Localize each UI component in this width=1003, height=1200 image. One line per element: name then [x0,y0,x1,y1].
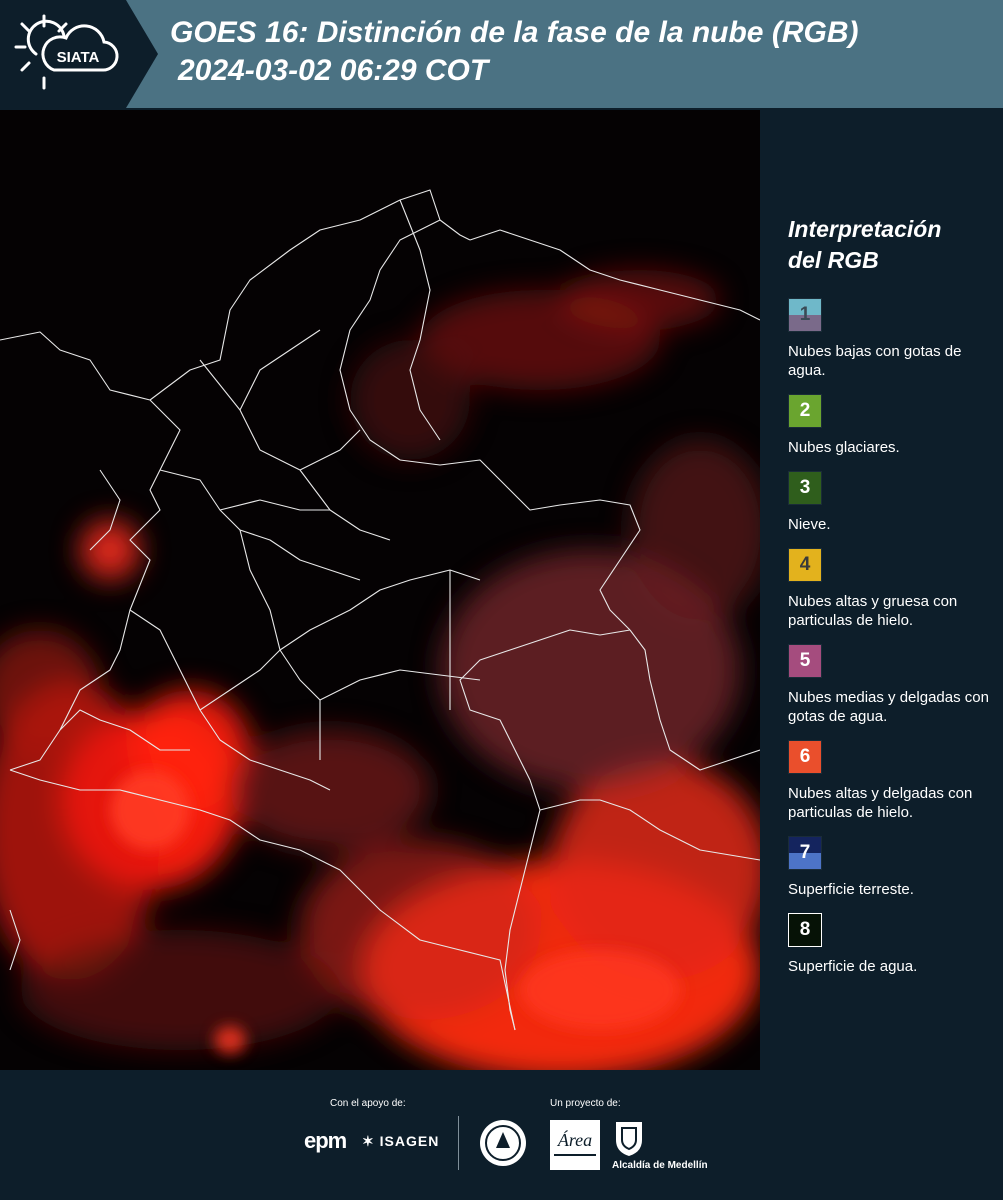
legend-label: Superficie terreste. [788,881,914,898]
legend-title-line-2: del RGB [788,247,879,273]
legend-label: Nubes altas y gruesa con particulas de h… [788,593,958,629]
legend-swatch: 2 [788,394,822,428]
legend-swatch: 6 [788,740,822,774]
legend-label: Nubes altas y delgadas con particulas de… [788,785,973,821]
legend-item: 3 Nieve. [788,471,993,534]
sun-cloud-icon: SIATA [14,14,119,90]
header-bar: SIATA GOES 16: Distinción de la fase de … [0,0,1003,108]
legend-label: Superficie de agua. [788,958,918,975]
siata-logo: SIATA [0,0,158,108]
page-title: GOES 16: Distinción de la fase de la nub… [170,14,858,90]
legend-swatch: 8 [788,913,822,947]
legend-swatch: 7 [788,836,822,870]
project-label: Un proyecto de: [550,1098,621,1109]
support-label: Con el apoyo de: [330,1098,406,1109]
title-line-2: 2024-03-02 06:29 COT [178,54,489,87]
legend-item: 1 Nubes bajas con gotas de agua. [788,298,993,380]
legend-item: 8 Superficie de agua. [788,913,993,976]
legend-panel: Interpretación del RGB 1 Nubes bajas con … [788,214,993,990]
university-seal-icon [480,1120,526,1166]
legend-item: 4 Nubes altas y gruesa con particulas de … [788,548,993,630]
legend-label: Nubes medias y delgadas con gotas de agu… [788,689,989,725]
legend-label: Nieve. [788,516,831,533]
legend-swatch: 5 [788,644,822,678]
satellite-map [0,110,760,1070]
footer: Con el apoyo de: Un proyecto de: epm ✶ I… [0,1070,1003,1200]
legend-label: Nubes bajas con gotas de agua. [788,343,962,379]
legend-item: 7 Superficie terreste. [788,836,993,899]
svg-text:Área: Área [557,1129,592,1150]
legend-swatch: 4 [788,548,822,582]
footer-divider [458,1116,459,1170]
epm-logo: epm [304,1128,347,1153]
legend-item: 2 Nubes glaciares. [788,394,993,457]
legend-swatch: 3 [788,471,822,505]
legend-title-line-1: Interpretación [788,216,942,242]
alcaldia-label: Alcaldía de Medellín [612,1160,708,1171]
alcaldia-shield-icon [616,1122,642,1156]
isagen-label: ISAGEN [379,1133,440,1149]
legend-title: Interpretación del RGB [788,214,993,276]
legend-item: 6 Nubes altas y delgadas con particulas d… [788,740,993,822]
legend-items: 1 Nubes bajas con gotas de agua. 2 Nubes gl… [788,298,993,976]
title-line-1: GOES 16: Distinción de la fase de la nub… [170,16,859,49]
area-metropolitana-logo: Área [550,1120,600,1170]
svg-text:SIATA: SIATA [57,49,100,66]
legend-label: Nubes glaciares. [788,439,900,456]
legend-swatch: 1 [788,298,822,332]
isagen-logo: ✶ ISAGEN [362,1133,439,1150]
legend-item: 5 Nubes medias y delgadas con gotas de ag… [788,644,993,726]
isagen-star-icon: ✶ [362,1133,375,1149]
